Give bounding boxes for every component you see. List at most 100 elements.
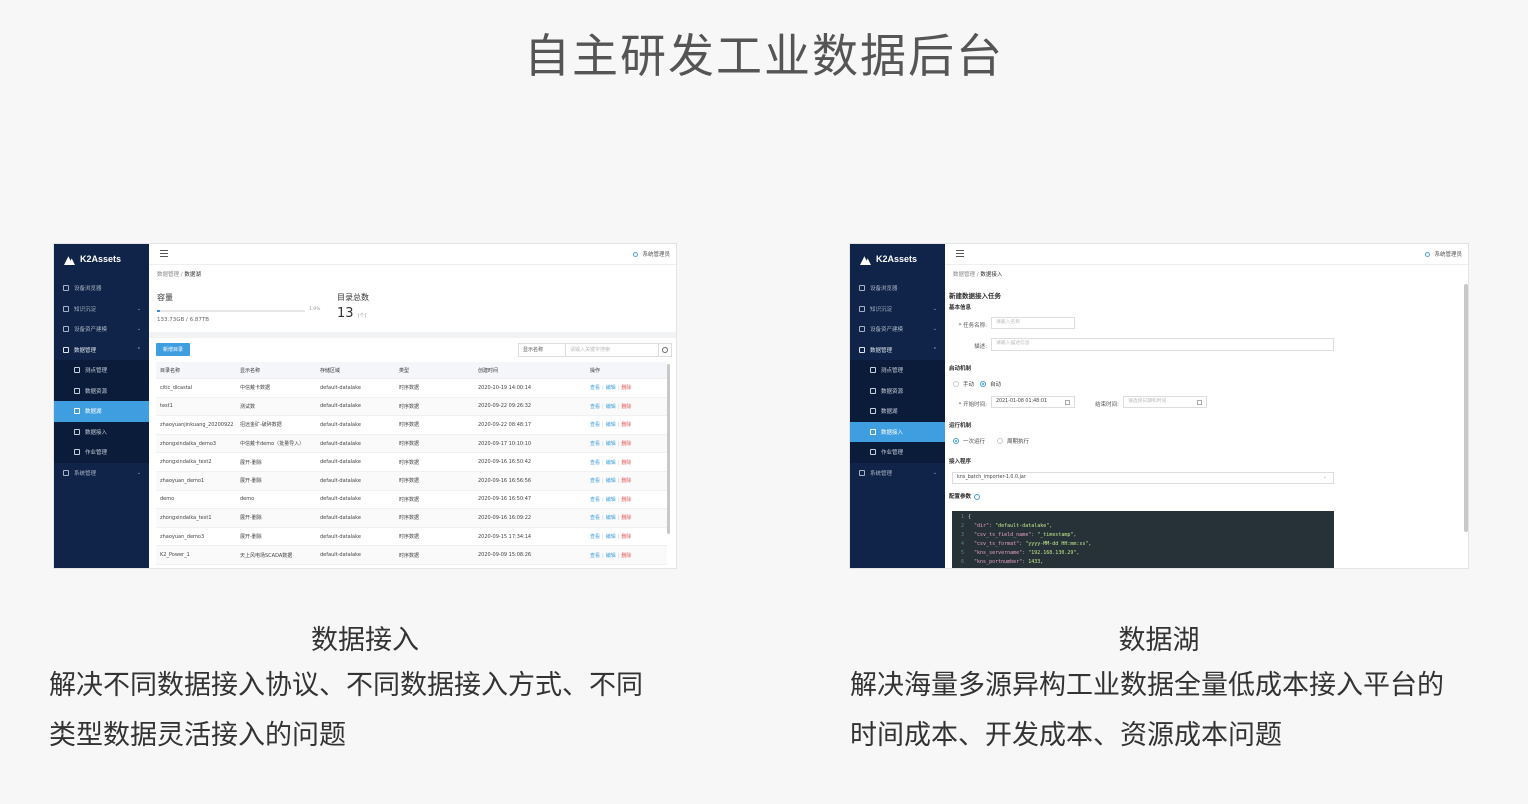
sidebar-item[interactable]: 数据接入: [850, 421, 945, 442]
config-code-editor[interactable]: 1{2 "dir": "default-datalake", 3 "csv_ts_…: [952, 511, 1334, 568]
delete-link[interactable]: 删除: [621, 497, 631, 503]
view-link[interactable]: 查看: [590, 515, 600, 521]
sidebar-item[interactable]: 设备资产建模 ⌄: [850, 319, 945, 340]
column-header: 目录名称: [160, 367, 181, 374]
sidebar-item[interactable]: 数据湖: [850, 401, 945, 422]
radio-circle: [953, 438, 959, 444]
edit-link[interactable]: 编辑: [606, 553, 616, 559]
edit-link[interactable]: 编辑: [606, 422, 616, 428]
edit-link[interactable]: 编辑: [606, 478, 616, 484]
sidebar-item[interactable]: 数据资源: [850, 380, 945, 401]
end-time-picker[interactable]: 请选择日期和时间: [1123, 396, 1207, 408]
breadcrumb-current: 数据接入: [980, 272, 1003, 278]
edit-link[interactable]: 编辑: [606, 404, 616, 410]
program-value: kns_batch_importer-1.0.0.jar: [957, 475, 1026, 480]
column-header: 存储区域: [320, 367, 341, 374]
description-textarea[interactable]: 请输入描述信息: [991, 338, 1334, 351]
sidebar-item[interactable]: 系统管理 ⌄: [54, 463, 149, 484]
delete-link[interactable]: 删除: [621, 553, 631, 559]
task-name-input[interactable]: 请输入名称: [991, 317, 1075, 329]
table-cell: default-datalake: [320, 514, 361, 521]
sidebar-item[interactable]: 数据管理 ⌃: [54, 340, 149, 361]
sidebar-item[interactable]: 数据资源: [54, 380, 149, 401]
sidebar-item[interactable]: 作业管理: [54, 442, 149, 463]
edit-link[interactable]: 编辑: [606, 460, 616, 466]
run-once-radio[interactable]: 一次运行: [953, 437, 985, 445]
sidebar-item[interactable]: 作业管理: [850, 442, 945, 463]
sidebar-item-label: 数据管理: [870, 347, 893, 354]
delete-link[interactable]: 删除: [621, 385, 631, 391]
start-auto-radio[interactable]: 自动: [980, 380, 1001, 388]
sidebar-item[interactable]: 数据管理 ⌃: [850, 340, 945, 361]
table-scrollbar[interactable]: [667, 364, 670, 534]
sidebar-item[interactable]: 设备浏览器: [54, 278, 149, 299]
edit-link[interactable]: 编辑: [606, 497, 616, 503]
action-separator: |: [617, 385, 620, 392]
table-cell: 2020-09-16 16:09:22: [478, 514, 532, 521]
config-title: 配置参数: [949, 494, 972, 500]
table-row: zhongxindaika_test1 展开-删除 default-datalake…: [156, 509, 667, 528]
delete-link[interactable]: 删除: [621, 460, 631, 466]
delete-link[interactable]: 删除: [621, 534, 631, 540]
brand-logo: K2Assets: [860, 250, 917, 268]
sidebar-item-label: 数据资源: [881, 388, 904, 395]
brand-logo: K2Assets: [64, 250, 121, 268]
table-row: zhaoyuan_demo3 展开-删除 default-datalake 时序数据 2…: [156, 528, 667, 547]
view-link[interactable]: 查看: [590, 534, 600, 540]
view-link[interactable]: 查看: [590, 441, 600, 447]
run-periodic-radio[interactable]: 周期执行: [997, 437, 1029, 445]
view-link[interactable]: 查看: [590, 460, 600, 466]
action-separator: |: [602, 422, 604, 429]
edit-link[interactable]: 编辑: [606, 534, 616, 540]
edit-link[interactable]: 编辑: [606, 515, 616, 521]
delete-link[interactable]: 删除: [621, 441, 631, 447]
sidebar-item[interactable]: 数据接入: [54, 421, 149, 442]
delete-link[interactable]: 删除: [621, 478, 631, 484]
menu-toggle-icon[interactable]: [956, 250, 964, 257]
edit-link[interactable]: 编辑: [606, 441, 616, 447]
breadcrumb-parent[interactable]: 数据管理: [157, 272, 179, 278]
start-time-picker[interactable]: 2021-01-08 01:48:01: [991, 396, 1075, 408]
menu-toggle-icon[interactable]: [160, 250, 168, 257]
delete-link[interactable]: 删除: [621, 515, 631, 521]
user-menu[interactable]: 系统管理员: [633, 250, 670, 258]
breadcrumb-parent[interactable]: 数据管理: [953, 272, 975, 278]
row-actions: 查看 | 编辑 | 删除: [586, 533, 667, 540]
sidebar-item[interactable]: 设备浏览器: [850, 278, 945, 299]
sidebar-item[interactable]: 系统管理 ⌄: [850, 463, 945, 484]
search-icon[interactable]: [658, 344, 671, 356]
user-menu[interactable]: 系统管理员: [1425, 250, 1462, 258]
page-scrollbar[interactable]: [1464, 284, 1468, 532]
view-link[interactable]: 查看: [590, 478, 600, 484]
view-link[interactable]: 查看: [590, 553, 600, 559]
delete-link[interactable]: 删除: [621, 404, 631, 410]
nav-icon: [859, 346, 865, 353]
sidebar-item[interactable]: 测点管理: [54, 360, 149, 381]
nav-icon: [63, 285, 69, 292]
view-link[interactable]: 查看: [590, 497, 600, 503]
left-caption-line2: 类型数据灵活接入的问题: [49, 720, 346, 751]
table-cell: 天上风电场SCADA数据: [240, 552, 293, 559]
radio-label: 一次运行: [963, 439, 986, 445]
search-field-select[interactable]: 显示名称: [519, 344, 566, 356]
delete-link[interactable]: 删除: [621, 422, 631, 428]
sidebar-item[interactable]: 知识沉淀 ⌄: [54, 299, 149, 320]
sidebar-item[interactable]: 设备资产建模 ⌄: [54, 319, 149, 340]
sidebar-item[interactable]: 知识沉淀 ⌄: [850, 299, 945, 320]
sidebar-item[interactable]: 测点管理: [850, 360, 945, 381]
radio-circle: [997, 438, 1003, 444]
table-cell: 时序数据: [399, 403, 420, 410]
edit-link[interactable]: 编辑: [606, 385, 616, 391]
new-directory-button[interactable]: 新增目录: [156, 343, 190, 356]
start-manual-radio[interactable]: 手动: [953, 380, 974, 388]
directory-count-unit: (个): [357, 313, 367, 319]
view-link[interactable]: 查看: [590, 404, 600, 410]
info-icon[interactable]: [974, 493, 981, 500]
data-ingest-screenshot: K2Assets 设备浏览器 知识沉淀 ⌄ 设备资产建模 ⌄ 数据管理 ⌃ 测点管理 数据资源数…: [850, 244, 1468, 568]
sidebar-item[interactable]: 数据湖: [54, 401, 149, 422]
view-link[interactable]: 查看: [590, 385, 600, 391]
program-select[interactable]: kns_batch_importer-1.0.0.jar ⌄: [952, 472, 1334, 484]
action-separator: |: [602, 385, 604, 392]
search-input[interactable]: 请输入关键字搜索: [566, 344, 658, 356]
view-link[interactable]: 查看: [590, 422, 600, 428]
